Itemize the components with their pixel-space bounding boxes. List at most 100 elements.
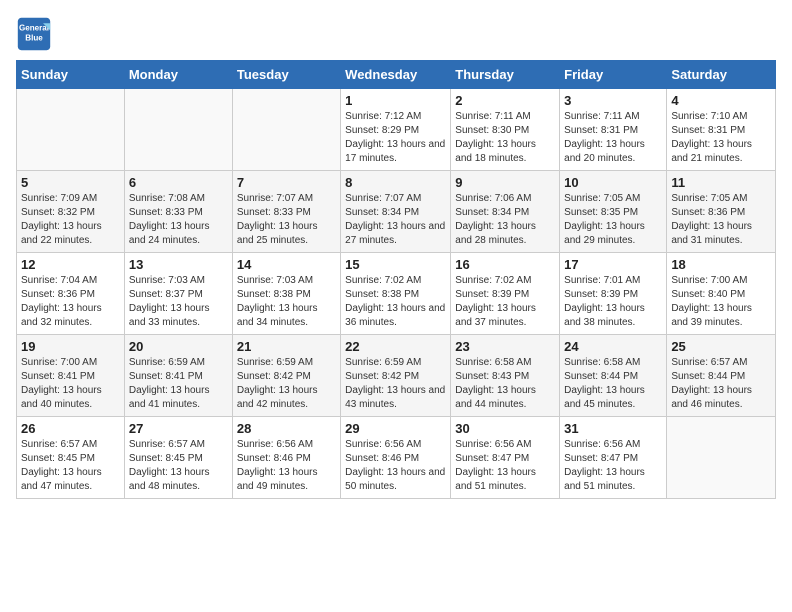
page-header: General Blue: [16, 16, 776, 52]
calendar-cell: 29 Sunrise: 6:56 AM Sunset: 8:46 PM Dayli…: [341, 417, 451, 499]
calendar-cell: [124, 89, 232, 171]
day-info: Sunrise: 7:07 AM Sunset: 8:34 PM Dayligh…: [345, 192, 446, 248]
day-info: Sunrise: 6:57 AM Sunset: 8:44 PM Dayligh…: [671, 356, 771, 412]
day-info: Sunrise: 7:04 AM Sunset: 8:36 PM Dayligh…: [21, 274, 120, 330]
day-number: 18: [671, 257, 771, 272]
calendar-cell: 19Sunrise: 7:00 AM Sunset: 8:41 PM Dayli…: [17, 335, 125, 417]
day-number: 7: [237, 175, 336, 190]
day-info: Sunrise: 6:56 AM Sunset: 8:47 PM Dayligh…: [455, 438, 555, 494]
day-number: 17: [564, 257, 662, 272]
calendar-cell: 2 Sunrise: 7:11 AM Sunset: 8:30 PM Daylig…: [451, 89, 560, 171]
calendar-cell: 4Sunrise: 7:10 AM Sunset: 8:31 PM Daylig…: [667, 89, 776, 171]
calendar-cell: 10Sunrise: 7:05 AM Sunset: 8:35 PM Dayli…: [560, 171, 667, 253]
calendar-week-row: 19Sunrise: 7:00 AM Sunset: 8:41 PM Dayli…: [17, 335, 776, 417]
calendar-cell: 5 Sunrise: 7:09 AM Sunset: 8:32 PM Daylig…: [17, 171, 125, 253]
day-info: Sunrise: 7:12 AM Sunset: 8:29 PM Dayligh…: [345, 110, 446, 166]
day-number: 24: [564, 339, 662, 354]
day-info: Sunrise: 7:11 AM Sunset: 8:30 PM Dayligh…: [455, 110, 555, 166]
day-number: 13: [129, 257, 228, 272]
calendar-cell: 7 Sunrise: 7:07 AM Sunset: 8:33 PM Daylig…: [232, 171, 340, 253]
calendar-cell: [667, 417, 776, 499]
day-number: 25: [671, 339, 771, 354]
calendar-cell: 9 Sunrise: 7:06 AM Sunset: 8:34 PM Daylig…: [451, 171, 560, 253]
day-info: Sunrise: 7:11 AM Sunset: 8:31 PM Dayligh…: [564, 110, 662, 166]
day-info: Sunrise: 7:03 AM Sunset: 8:38 PM Dayligh…: [237, 274, 336, 330]
day-info: Sunrise: 6:59 AM Sunset: 8:42 PM Dayligh…: [345, 356, 446, 412]
weekday-header: Sunday: [17, 61, 125, 89]
day-number: 21: [237, 339, 336, 354]
day-number: 6: [129, 175, 228, 190]
calendar-table: SundayMondayTuesdayWednesdayThursdayFrid…: [16, 60, 776, 499]
day-number: 14: [237, 257, 336, 272]
weekday-header: Thursday: [451, 61, 560, 89]
day-info: Sunrise: 7:06 AM Sunset: 8:34 PM Dayligh…: [455, 192, 555, 248]
calendar-cell: 13 Sunrise: 7:03 AM Sunset: 8:37 PM Dayli…: [124, 253, 232, 335]
weekday-header: Wednesday: [341, 61, 451, 89]
calendar-cell: 30 Sunrise: 6:56 AM Sunset: 8:47 PM Dayli…: [451, 417, 560, 499]
day-number: 28: [237, 421, 336, 436]
day-number: 2: [455, 93, 555, 108]
day-number: 9: [455, 175, 555, 190]
day-number: 30: [455, 421, 555, 436]
day-info: Sunrise: 6:59 AM Sunset: 8:42 PM Dayligh…: [237, 356, 336, 412]
calendar-cell: 23Sunrise: 6:58 AM Sunset: 8:43 PM Dayli…: [451, 335, 560, 417]
day-info: Sunrise: 6:57 AM Sunset: 8:45 PM Dayligh…: [129, 438, 228, 494]
calendar-cell: 18 Sunrise: 7:00 AM Sunset: 8:40 PM Dayli…: [667, 253, 776, 335]
day-info: Sunrise: 7:08 AM Sunset: 8:33 PM Dayligh…: [129, 192, 228, 248]
day-number: 12: [21, 257, 120, 272]
calendar-cell: 8Sunrise: 7:07 AM Sunset: 8:34 PM Daylig…: [341, 171, 451, 253]
day-number: 29: [345, 421, 446, 436]
calendar-cell: 31Sunrise: 6:56 AM Sunset: 8:47 PM Dayli…: [560, 417, 667, 499]
day-number: 15: [345, 257, 446, 272]
day-info: Sunrise: 6:56 AM Sunset: 8:47 PM Dayligh…: [564, 438, 662, 494]
calendar-week-row: 12 Sunrise: 7:04 AM Sunset: 8:36 PM Dayli…: [17, 253, 776, 335]
day-info: Sunrise: 7:05 AM Sunset: 8:35 PM Dayligh…: [564, 192, 662, 248]
svg-text:Blue: Blue: [25, 33, 43, 42]
logo-icon: General Blue: [16, 16, 52, 52]
calendar-week-row: 5 Sunrise: 7:09 AM Sunset: 8:32 PM Daylig…: [17, 171, 776, 253]
day-info: Sunrise: 7:00 AM Sunset: 8:40 PM Dayligh…: [671, 274, 771, 330]
calendar-cell: 6 Sunrise: 7:08 AM Sunset: 8:33 PM Daylig…: [124, 171, 232, 253]
day-info: Sunrise: 7:02 AM Sunset: 8:38 PM Dayligh…: [345, 274, 446, 330]
day-number: 26: [21, 421, 120, 436]
calendar-week-row: 1 Sunrise: 7:12 AM Sunset: 8:29 PM Daylig…: [17, 89, 776, 171]
calendar-cell: 15 Sunrise: 7:02 AM Sunset: 8:38 PM Dayli…: [341, 253, 451, 335]
weekday-header: Friday: [560, 61, 667, 89]
day-number: 20: [129, 339, 228, 354]
logo: General Blue: [16, 16, 56, 52]
calendar-cell: [17, 89, 125, 171]
day-number: 3: [564, 93, 662, 108]
calendar-cell: 28 Sunrise: 6:56 AM Sunset: 8:46 PM Dayli…: [232, 417, 340, 499]
calendar-cell: 17 Sunrise: 7:01 AM Sunset: 8:39 PM Dayli…: [560, 253, 667, 335]
day-info: Sunrise: 6:57 AM Sunset: 8:45 PM Dayligh…: [21, 438, 120, 494]
calendar-cell: 16Sunrise: 7:02 AM Sunset: 8:39 PM Dayli…: [451, 253, 560, 335]
calendar-cell: 25 Sunrise: 6:57 AM Sunset: 8:44 PM Dayli…: [667, 335, 776, 417]
day-info: Sunrise: 7:10 AM Sunset: 8:31 PM Dayligh…: [671, 110, 771, 166]
calendar-cell: 20Sunrise: 6:59 AM Sunset: 8:41 PM Dayli…: [124, 335, 232, 417]
day-info: Sunrise: 7:00 AM Sunset: 8:41 PM Dayligh…: [21, 356, 120, 412]
calendar-cell: 14 Sunrise: 7:03 AM Sunset: 8:38 PM Dayli…: [232, 253, 340, 335]
day-info: Sunrise: 7:05 AM Sunset: 8:36 PM Dayligh…: [671, 192, 771, 248]
calendar-cell: 24 Sunrise: 6:58 AM Sunset: 8:44 PM Dayli…: [560, 335, 667, 417]
calendar-cell: 11 Sunrise: 7:05 AM Sunset: 8:36 PM Dayli…: [667, 171, 776, 253]
weekday-header: Monday: [124, 61, 232, 89]
day-number: 23: [455, 339, 555, 354]
day-info: Sunrise: 7:09 AM Sunset: 8:32 PM Dayligh…: [21, 192, 120, 248]
day-info: Sunrise: 6:56 AM Sunset: 8:46 PM Dayligh…: [345, 438, 446, 494]
calendar-week-row: 26 Sunrise: 6:57 AM Sunset: 8:45 PM Dayli…: [17, 417, 776, 499]
calendar-cell: 22 Sunrise: 6:59 AM Sunset: 8:42 PM Dayli…: [341, 335, 451, 417]
calendar-cell: 12 Sunrise: 7:04 AM Sunset: 8:36 PM Dayli…: [17, 253, 125, 335]
day-info: Sunrise: 7:03 AM Sunset: 8:37 PM Dayligh…: [129, 274, 228, 330]
calendar-cell: 1 Sunrise: 7:12 AM Sunset: 8:29 PM Daylig…: [341, 89, 451, 171]
weekday-header: Saturday: [667, 61, 776, 89]
day-number: 1: [345, 93, 446, 108]
day-number: 11: [671, 175, 771, 190]
day-number: 5: [21, 175, 120, 190]
day-number: 22: [345, 339, 446, 354]
calendar-cell: 21 Sunrise: 6:59 AM Sunset: 8:42 PM Dayli…: [232, 335, 340, 417]
day-info: Sunrise: 7:07 AM Sunset: 8:33 PM Dayligh…: [237, 192, 336, 248]
day-info: Sunrise: 6:58 AM Sunset: 8:44 PM Dayligh…: [564, 356, 662, 412]
day-info: Sunrise: 7:01 AM Sunset: 8:39 PM Dayligh…: [564, 274, 662, 330]
calendar-cell: [232, 89, 340, 171]
day-info: Sunrise: 6:56 AM Sunset: 8:46 PM Dayligh…: [237, 438, 336, 494]
